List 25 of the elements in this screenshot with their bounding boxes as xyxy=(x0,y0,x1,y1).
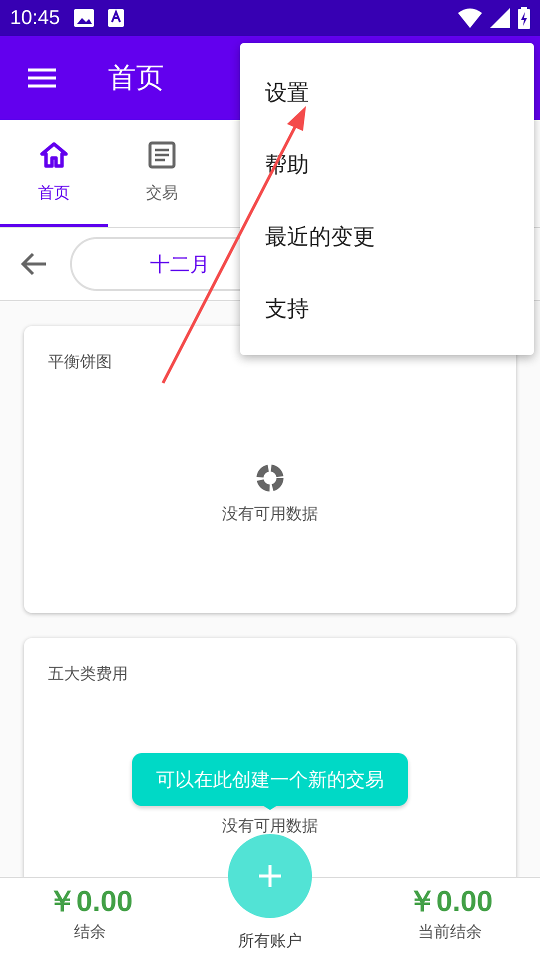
menu-icon[interactable] xyxy=(28,68,56,88)
home-icon xyxy=(39,140,69,168)
balance-amount: ￥0.00 xyxy=(407,885,493,920)
balance-label: 结余 xyxy=(74,922,106,943)
balance-label: 当前结余 xyxy=(418,922,482,943)
app-bar-title: 首页 xyxy=(108,60,164,96)
back-arrow-icon[interactable] xyxy=(20,252,48,276)
signal-icon xyxy=(490,8,510,28)
nav-tab[interactable]: 交易 xyxy=(108,120,216,227)
image-icon xyxy=(74,9,94,27)
document-icon xyxy=(148,140,176,168)
card-title: 五大类费用 xyxy=(48,664,128,685)
balance-amount: ￥0.00 xyxy=(47,885,133,920)
wifi-icon xyxy=(458,8,482,28)
tooltip-pointer xyxy=(262,805,278,810)
menu-item[interactable]: 设置 xyxy=(240,57,534,129)
empty-message: 没有可用数据 xyxy=(222,816,318,837)
battery-icon xyxy=(518,7,530,29)
account-selector[interactable]: 所有账户 xyxy=(238,931,302,952)
status-time: 10:45 xyxy=(10,6,60,30)
hint-tooltip: 可以在此创建一个新的交易 xyxy=(132,753,408,806)
plus-icon xyxy=(259,865,281,887)
text-icon xyxy=(108,9,124,27)
empty-message: 没有可用数据 xyxy=(222,504,318,525)
card-title: 平衡饼图 xyxy=(48,352,112,373)
